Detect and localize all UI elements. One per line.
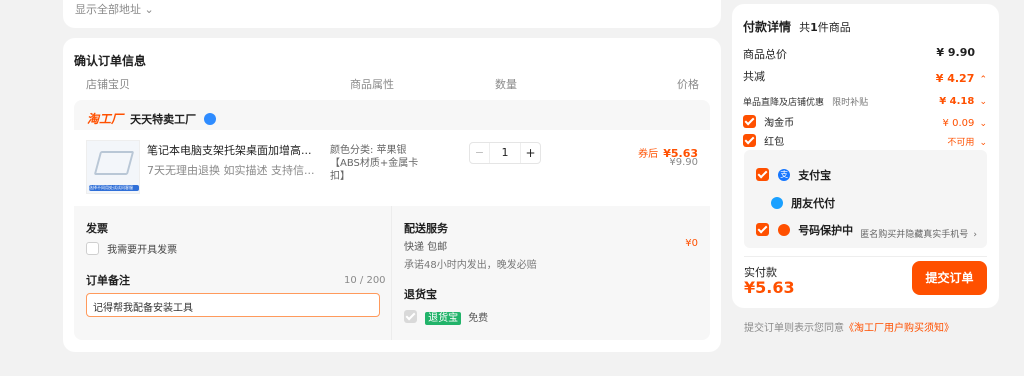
coupon-label: 券后 bbox=[638, 149, 659, 160]
subtotal-value: ¥ 9.90 bbox=[936, 46, 975, 59]
item-count-num: 1 bbox=[810, 21, 818, 34]
show-all-address-link[interactable]: 显示全部地址 ⌄ bbox=[75, 1, 154, 17]
attr-line-3: 扣】 bbox=[330, 171, 350, 182]
discount-toggle[interactable]: ¥ 4.27 ⌃ bbox=[936, 67, 987, 86]
method-friend-pay[interactable]: 朋友代付 bbox=[771, 192, 835, 211]
item-count-suffix: 件商品 bbox=[817, 21, 851, 34]
agreement-link[interactable]: 《淘工厂用户购买须知》 bbox=[844, 323, 954, 334]
shield-icon bbox=[778, 223, 791, 236]
quantity-stepper: − 1 + bbox=[469, 142, 541, 164]
privacy-hint-link[interactable]: 匿名购买并隐藏真实手机号 › bbox=[860, 222, 977, 241]
order-title: 确认订单信息 bbox=[74, 54, 147, 68]
order-card: 确认订单信息 店铺宝贝 商品属性 数量 价格 淘工厂 天天特卖工厂 选择不同用处… bbox=[63, 38, 721, 352]
note-counter: 10 / 200 bbox=[344, 275, 386, 286]
submit-order-button[interactable]: 提交订单 bbox=[912, 261, 987, 295]
original-price: ¥9.90 bbox=[669, 157, 698, 168]
verified-badge-icon bbox=[204, 112, 217, 125]
friend-pay-label: 朋友代付 bbox=[791, 197, 836, 210]
redpack-value: 不可用 bbox=[947, 138, 975, 148]
coins-toggle[interactable]: ¥ 0.09 ⌄ bbox=[943, 111, 987, 130]
redpack-toggle[interactable]: 不可用 ⌄ bbox=[947, 130, 987, 149]
chevron-up-icon: ⌃ bbox=[979, 75, 987, 85]
delivery-method: 快递 包邮 bbox=[404, 242, 448, 253]
returns-free: 免费 bbox=[468, 313, 489, 324]
alipay-label: 支付宝 bbox=[798, 169, 832, 182]
col-price: 价格 bbox=[677, 78, 699, 91]
qty-plus-button[interactable]: + bbox=[520, 143, 540, 163]
redpack-row[interactable]: 红包 bbox=[743, 130, 784, 149]
chevron-down-icon: ⌄ bbox=[979, 138, 987, 148]
payment-header: 付款详情 共1件商品 bbox=[743, 16, 851, 35]
discount-value: ¥ 4.27 bbox=[935, 72, 975, 85]
chevron-down-icon: ⌄ bbox=[979, 97, 987, 107]
item-services: 7天无理由退换 如实描述 支持信... bbox=[147, 164, 315, 177]
coins-value: ¥ 0.09 bbox=[942, 118, 975, 129]
chevron-down-icon: ⌄ bbox=[979, 119, 987, 129]
number-protection-checkbox[interactable] bbox=[756, 223, 769, 236]
invoice-option-label: 我需要开具发票 bbox=[107, 245, 178, 256]
shop-name: 天天特卖工厂 bbox=[130, 113, 197, 126]
col-shop-item: 店铺宝贝 bbox=[86, 78, 130, 91]
payment-methods: 支 支付宝 朋友代付 号码保护中 匿名购买并隐藏真实手机号 › bbox=[744, 150, 987, 248]
product-thumbnail[interactable]: 选择不同用处试试问客服 bbox=[86, 140, 140, 194]
coins-checkbox[interactable] bbox=[743, 115, 756, 128]
delivery-fee: ¥0 bbox=[685, 238, 698, 249]
method-number-protection[interactable]: 号码保护中 bbox=[756, 219, 853, 238]
friend-pay-icon bbox=[771, 196, 783, 209]
item-title[interactable]: 笔记本电脑支架托架桌面加增高... bbox=[147, 142, 312, 158]
order-note-input[interactable]: 记得帮我配备安装工具 bbox=[86, 293, 380, 317]
shop-discount-tag: 限时补贴 bbox=[832, 98, 869, 108]
shop-block: 淘工厂 天天特卖工厂 选择不同用处试试问客服 笔记本电脑支架托架桌面加增高...… bbox=[74, 100, 710, 340]
laptop-stand-image bbox=[93, 151, 135, 175]
shop-discount-value: ¥ 4.18 bbox=[939, 96, 975, 107]
alipay-icon: 支 bbox=[778, 168, 791, 181]
redpack-checkbox[interactable] bbox=[743, 134, 756, 147]
shop-discount-row: 单品直降及店铺优惠 限时补贴 bbox=[743, 90, 868, 109]
invoice-title: 发票 bbox=[86, 222, 108, 235]
redpack-label: 红包 bbox=[764, 137, 785, 148]
payment-card: 付款详情 共1件商品 商品总价 ¥ 9.90 共减 ¥ 4.27 ⌃ 单品直降及… bbox=[732, 4, 999, 308]
returns-checkbox bbox=[404, 310, 417, 323]
item-row: 选择不同用处试试问客服 笔记本电脑支架托架桌面加增高... 7天无理由退换 如实… bbox=[74, 130, 710, 206]
discount-label: 共减 bbox=[743, 70, 765, 83]
shop-header[interactable]: 淘工厂 天天特卖工厂 bbox=[87, 108, 217, 126]
subtotal-label: 商品总价 bbox=[743, 48, 787, 61]
delivery-title: 配送服务 bbox=[404, 222, 448, 235]
number-protection-label: 号码保护中 bbox=[798, 224, 854, 237]
item-count-prefix: 共 bbox=[799, 21, 811, 34]
col-attributes: 商品属性 bbox=[350, 78, 394, 91]
taogongchang-logo: 淘工厂 bbox=[87, 112, 124, 126]
coins-row[interactable]: 淘金币 bbox=[743, 111, 794, 130]
alipay-checkbox[interactable] bbox=[756, 168, 769, 181]
delivery-promise: 承诺48小时内发出，晚发必赔 bbox=[404, 260, 537, 271]
shop-discount-label: 单品直降及店铺优惠 bbox=[743, 98, 825, 108]
total-value: ¥5.63 bbox=[744, 278, 795, 297]
address-card: 显示全部地址 ⌄ bbox=[63, 0, 721, 28]
returns-title: 退货宝 bbox=[404, 288, 437, 301]
invoice-checkbox[interactable] bbox=[86, 242, 99, 255]
shop-discount-toggle[interactable]: ¥ 4.18 ⌄ bbox=[939, 89, 987, 108]
privacy-hint: 匿名购买并隐藏真实手机号 bbox=[860, 230, 969, 240]
returns-badge: 退货宝 bbox=[425, 312, 462, 325]
returns-option: 退货宝 免费 bbox=[404, 306, 488, 325]
method-alipay[interactable]: 支 支付宝 bbox=[756, 164, 831, 183]
agreement-line: 提交订单则表示您同意《淘工厂用户购买须知》 bbox=[744, 316, 954, 335]
agreement-prefix: 提交订单则表示您同意 bbox=[744, 323, 844, 334]
payment-title: 付款详情 bbox=[743, 20, 792, 34]
qty-minus-button[interactable]: − bbox=[470, 143, 490, 163]
coins-label: 淘金币 bbox=[764, 118, 795, 129]
qty-input[interactable]: 1 bbox=[490, 143, 520, 163]
payment-divider bbox=[744, 256, 987, 257]
note-title: 订单备注 bbox=[86, 274, 130, 287]
invoice-option[interactable]: 我需要开具发票 bbox=[86, 238, 177, 257]
chevron-right-icon: › bbox=[973, 230, 977, 240]
thumb-tag: 选择不同用处试试问客服 bbox=[89, 185, 133, 190]
col-quantity: 数量 bbox=[495, 78, 517, 91]
vertical-divider bbox=[391, 206, 392, 340]
